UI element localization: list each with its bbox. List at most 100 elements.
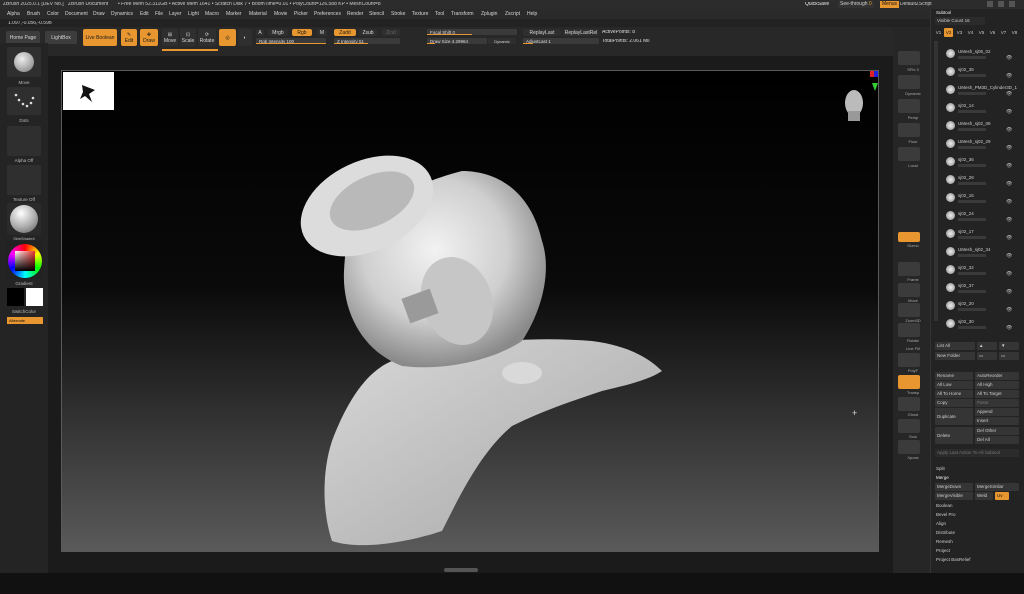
zsub-button[interactable]: Zsub: [359, 29, 377, 36]
auto-reorder-button[interactable]: AutoReorder: [975, 372, 1019, 380]
version-v1[interactable]: V1: [934, 28, 943, 37]
subtool-item[interactable]: sj02_16 👁: [946, 193, 1020, 207]
alternate-button[interactable]: Alternate: [7, 317, 43, 324]
subtool-item[interactable]: sj02_36 👁: [946, 157, 1020, 171]
move-up-button[interactable]: ▲: [977, 342, 997, 350]
polyf-button[interactable]: [898, 353, 920, 367]
boolean-section[interactable]: Boolean: [936, 503, 953, 508]
distribute-section[interactable]: Distribute: [936, 530, 955, 535]
color-square[interactable]: [15, 251, 35, 271]
subtool-item[interactable]: sj02_24 👁: [946, 211, 1020, 225]
subtool-item[interactable]: UMesh_sj02_34 👁: [946, 247, 1020, 261]
weld-button[interactable]: Weld: [975, 492, 993, 500]
zadd-button[interactable]: Zadd: [334, 29, 356, 36]
subtool-item[interactable]: UMesh_sj05_02 👁: [946, 49, 1020, 63]
local-button[interactable]: [898, 147, 920, 161]
bottom-tray-handle[interactable]: [444, 568, 478, 572]
folder-up-button[interactable]: ▭: [977, 352, 997, 360]
split-section[interactable]: Split: [936, 466, 945, 471]
merge-visible-button[interactable]: MergeVisible: [935, 492, 973, 500]
rgb-intensity-slider[interactable]: Rgb Intensity 100: [256, 38, 326, 44]
menu-marker[interactable]: Marker: [226, 11, 242, 17]
apply-last-action-button[interactable]: Apply Last Action To All Subtool: [935, 449, 1019, 457]
zcut-button[interactable]: Zcut: [382, 29, 400, 36]
remesh-section[interactable]: Remesh: [936, 539, 953, 544]
subtool-scrollbar[interactable]: [934, 41, 938, 321]
subtool-item[interactable]: sj02_35 👁: [946, 67, 1020, 81]
insert-button[interactable]: Insert: [975, 417, 1019, 425]
version-v4[interactable]: V4: [966, 28, 975, 37]
draw-size-slider[interactable]: Draw Size 4.29964: [427, 38, 487, 44]
menu-light[interactable]: Light: [188, 11, 199, 17]
move-view-button[interactable]: [898, 283, 920, 297]
menu-movie[interactable]: Movie: [274, 11, 287, 17]
default-zscript-button[interactable]: DefaultZScript: [900, 2, 932, 7]
quicksave-button[interactable]: QuickSave: [805, 2, 829, 7]
dynamic-button[interactable]: Dynamic: [488, 38, 516, 44]
gradient-sphere-button[interactable]: ◐: [238, 29, 252, 46]
menu-alpha[interactable]: Alpha: [7, 11, 20, 17]
all-high-button[interactable]: All High: [975, 381, 1019, 389]
menu-transform[interactable]: Transform: [451, 11, 474, 17]
live-boolean-button[interactable]: Live Boolean: [83, 29, 117, 46]
ghost-button[interactable]: [898, 397, 920, 411]
list-all-button[interactable]: List All: [935, 342, 975, 350]
menu-file[interactable]: File: [155, 11, 163, 17]
secondary-color-swatch[interactable]: [7, 288, 24, 306]
subtool-item[interactable]: sj02_14 👁: [946, 103, 1020, 117]
project-basrelief-section[interactable]: Project BasRelief: [936, 557, 971, 562]
del-other-button[interactable]: Del Other: [975, 427, 1019, 435]
menu-zscript[interactable]: Zscript: [505, 11, 520, 17]
bevel-pro-section[interactable]: Bevel Pro: [936, 512, 956, 517]
menu-picker[interactable]: Picker: [294, 11, 308, 17]
sculpt-model[interactable]: [62, 71, 879, 552]
all-low-button[interactable]: All Low: [935, 381, 973, 389]
frame-button[interactable]: [898, 262, 920, 276]
paste-button[interactable]: Paste: [975, 399, 1019, 407]
solo-button[interactable]: [898, 419, 920, 433]
floor-button[interactable]: [898, 123, 920, 137]
menu-document[interactable]: Document: [65, 11, 88, 17]
menu-zplugin[interactable]: Zplugin: [481, 11, 497, 17]
merge-similar-button[interactable]: MergeSimilar: [975, 483, 1019, 491]
version-v3[interactable]: V3: [955, 28, 964, 37]
project-section[interactable]: Project: [936, 548, 950, 553]
menu-layer[interactable]: Layer: [169, 11, 182, 17]
draw-button[interactable]: ✥ Draw: [140, 29, 158, 46]
subtool-item[interactable]: sj02_32 👁: [946, 265, 1020, 279]
menu-preferences[interactable]: Preferences: [314, 11, 341, 17]
gizmo-button[interactable]: [898, 232, 920, 242]
focal-shift-slider[interactable]: Focal Shift 0: [427, 29, 517, 35]
append-button[interactable]: Append: [975, 408, 1019, 416]
merge-section[interactable]: Merge: [936, 475, 949, 480]
spix-button[interactable]: [898, 51, 920, 65]
menu-brush[interactable]: Brush: [27, 11, 40, 17]
subtool-item[interactable]: UMesh_PM3D_Cylinder3D_1 👁: [946, 85, 1020, 99]
scale-button[interactable]: ⊡ Scale: [180, 29, 196, 46]
z-intensity-slider[interactable]: Z Intensity 51: [334, 38, 400, 44]
menu-stencil[interactable]: Stencil: [369, 11, 384, 17]
subtool-item[interactable]: sj02_17 👁: [946, 229, 1020, 243]
duplicate-button[interactable]: Duplicate: [935, 408, 973, 425]
move-button[interactable]: ⊞ Move: [162, 29, 178, 46]
move-down-button[interactable]: ▼: [999, 342, 1019, 350]
replay-last-rel-button[interactable]: ReplayLastRel: [563, 29, 599, 36]
all-to-home-button[interactable]: All To Home: [935, 390, 973, 398]
adjust-last-slider[interactable]: AdjustLast 1: [523, 38, 599, 44]
menu-macro[interactable]: Macro: [205, 11, 219, 17]
menu-render[interactable]: Render: [347, 11, 363, 17]
subtool-item[interactable]: sj02_37 👁: [946, 283, 1020, 297]
persp-button[interactable]: [898, 99, 920, 113]
primary-color-swatch[interactable]: [26, 288, 43, 306]
maximize-icon[interactable]: [998, 1, 1004, 7]
minimize-icon[interactable]: [987, 1, 993, 7]
color-picker[interactable]: [5, 241, 43, 279]
delete-button[interactable]: Delete: [935, 427, 973, 444]
rotate-view-button[interactable]: [898, 323, 920, 337]
menu-tool[interactable]: Tool: [435, 11, 444, 17]
align-section[interactable]: Align: [936, 521, 946, 526]
menu-edit[interactable]: Edit: [140, 11, 149, 17]
close-icon[interactable]: [1009, 1, 1015, 7]
visible-count-slider[interactable]: Visible Count 16: [935, 17, 985, 25]
subtool-item[interactable]: sj02_28 👁: [946, 175, 1020, 189]
